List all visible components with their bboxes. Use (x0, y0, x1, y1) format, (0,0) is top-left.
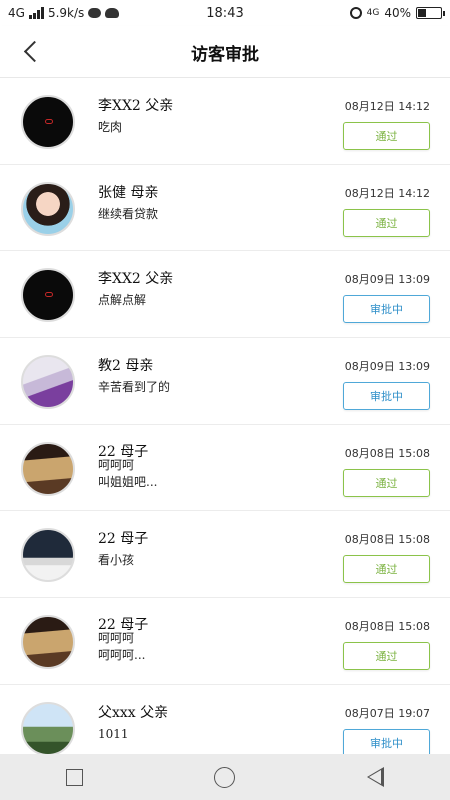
status-button[interactable]: 通过 (343, 642, 430, 671)
visitor-message: 点解点解 (98, 293, 147, 308)
status-button[interactable]: 通过 (343, 208, 430, 237)
avatar (21, 268, 75, 323)
visitor-name: 李XX2 父亲 (98, 271, 174, 288)
avatar (21, 615, 75, 670)
visitor-name: 教2 母亲 (98, 358, 154, 375)
visitor-name: 李XX2 父亲 (98, 98, 174, 114)
list-item[interactable]: 父xxx 父亲 1011 08月07日 19:07 审批中 (0, 684, 450, 754)
status-right: 4G 40% (282, 6, 445, 20)
visit-date: 08月09日 13:09 (344, 273, 430, 287)
status-bar: 4G 5.9k/s 18:43 4G 40% (0, 0, 450, 26)
system-nav-bar (0, 754, 450, 800)
status-button[interactable]: 审批中 (343, 295, 430, 324)
network-speed: 5.9k/s (47, 6, 85, 20)
avatar (21, 95, 75, 149)
visitor-message: 辛苦看到了的 (98, 380, 171, 395)
avatar (21, 355, 75, 410)
network-label-right: 4G (366, 8, 380, 18)
page-title: 访客审批 (191, 45, 259, 65)
visitor-message: 看小孩 (98, 553, 135, 568)
list-item[interactable]: 22 母子 呵呵呵 叫姐姐吧... 08月08日 15:08 通过 (0, 424, 450, 512)
alarm-icon (349, 7, 362, 19)
signal-icon (28, 7, 44, 19)
status-button[interactable]: 通过 (343, 468, 430, 497)
avatar (21, 701, 75, 754)
network-label: 4G (8, 6, 25, 20)
battery-percent: 40% (384, 6, 411, 20)
list-item[interactable]: 22 母子 看小孩 08月08日 15:08 通过 (0, 511, 450, 599)
cloud-icon (105, 8, 120, 18)
visitor-name: 张健 母亲 (98, 184, 159, 201)
visit-date: 08月08日 15:08 (344, 533, 430, 547)
status-button[interactable]: 审批中 (343, 382, 430, 411)
visitor-message: 1011 (98, 726, 129, 741)
status-left: 4G 5.9k/s (8, 6, 168, 20)
avatar (21, 441, 75, 496)
visit-date: 08月08日 15:08 (344, 620, 430, 634)
visit-date: 08月08日 15:08 (344, 446, 430, 460)
visitor-name: 22 母子 (98, 531, 149, 548)
visitor-list: 李XX2 父亲 吃肉 08月12日 14:12 通过 张健 母亲 继续看贷款 0… (0, 78, 450, 754)
list-item[interactable]: 李XX2 父亲 点解点解 08月09日 13:09 审批中 (0, 251, 450, 339)
list-item[interactable]: 教2 母亲 辛苦看到了的 08月09日 13:09 审批中 (0, 338, 450, 425)
logo-icon (45, 292, 53, 298)
visitor-message: 吃肉 (98, 120, 123, 134)
list-item[interactable]: 22 母子 呵呵呵 呵呵呵... 08月08日 15:08 通过 (0, 598, 450, 685)
visitor-message: 呵呵呵 叫姐姐吧... (98, 457, 158, 489)
visitor-message: 呵呵呵 呵呵呵... (98, 631, 146, 663)
list-item[interactable]: 李XX2 父亲 吃肉 08月12日 14:12 通过 (0, 78, 450, 165)
recent-apps-icon[interactable] (65, 768, 83, 786)
visit-date: 08月09日 13:09 (344, 360, 430, 374)
logo-icon (45, 119, 53, 124)
status-button[interactable]: 通过 (343, 555, 430, 584)
home-icon[interactable] (214, 766, 236, 788)
chat-bubble-icon (88, 8, 102, 18)
avatar (21, 181, 75, 236)
visit-date: 08月12日 14:12 (344, 186, 430, 200)
status-button[interactable]: 通过 (343, 122, 430, 150)
app-header: 访客审批 (0, 26, 450, 78)
battery-icon (416, 7, 445, 19)
visit-date: 08月07日 19:07 (344, 706, 430, 720)
back-triangle-icon[interactable] (367, 767, 385, 787)
battery-fill (418, 9, 427, 17)
list-item[interactable]: 张健 母亲 继续看贷款 08月12日 14:12 通过 (0, 164, 450, 252)
visitor-name: 父xxx 父亲 (98, 704, 169, 721)
status-button[interactable]: 审批中 (343, 728, 430, 754)
visitor-message: 继续看贷款 (98, 206, 159, 221)
status-time: 18:43 (206, 5, 244, 21)
visit-date: 08月12日 14:12 (344, 100, 430, 113)
avatar (21, 528, 75, 583)
